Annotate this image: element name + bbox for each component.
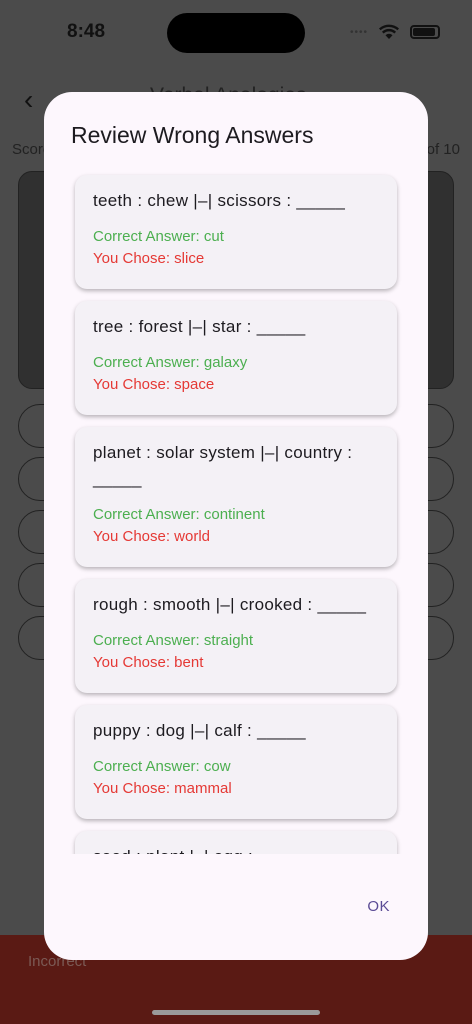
home-indicator[interactable] — [152, 1010, 320, 1015]
chosen-answer-text: You Chose: bent — [93, 654, 204, 671]
dynamic-island — [167, 13, 305, 53]
wifi-icon — [378, 24, 400, 39]
status-icons: •••• — [350, 24, 440, 40]
question-text: rough : smooth |–| crooked : _____ — [93, 595, 367, 614]
wrong-answer-card: tree : forest |–| star : _____ Correct A… — [75, 301, 397, 415]
status-time: 8:48 — [67, 21, 106, 42]
wrong-answer-card: puppy : dog |–| calf : _____ Correct Ans… — [75, 705, 397, 819]
question-text: seed : plant |–| egg : _____ — [93, 844, 379, 854]
back-arrow-icon[interactable]: ‹ — [24, 84, 33, 116]
correct-answer-text: Correct Answer: galaxy — [93, 354, 248, 371]
correct-answer-text: Correct Answer: cow — [93, 758, 231, 775]
question-text: planet : solar system |–| country : ____… — [93, 443, 353, 488]
question-text: teeth : chew |–| scissors : _____ — [93, 191, 346, 210]
dialog-title: Review Wrong Answers — [71, 122, 314, 148]
battery-icon — [410, 25, 440, 39]
wrong-answers-list[interactable]: teeth : chew |–| scissors : _____ Correc… — [44, 172, 428, 854]
correct-answer-text: Correct Answer: cut — [93, 228, 224, 245]
correct-answer-text: Correct Answer: continent — [93, 506, 265, 523]
wrong-answer-card: seed : plant |–| egg : _____ — [75, 831, 397, 854]
correct-answer-text: Correct Answer: straight — [93, 632, 254, 649]
chosen-answer-text: You Chose: slice — [93, 250, 205, 267]
wrong-answer-card: planet : solar system |–| country : ____… — [75, 427, 397, 567]
chosen-answer-text: You Chose: space — [93, 376, 215, 393]
question-text: puppy : dog |–| calf : _____ — [93, 721, 306, 740]
ok-button[interactable]: OK — [367, 898, 390, 915]
chosen-answer-text: You Chose: world — [93, 528, 211, 545]
wrong-answer-card: rough : smooth |–| crooked : _____ Corre… — [75, 579, 397, 693]
status-bar: 8:48 •••• — [0, 0, 472, 60]
wrong-answer-card: teeth : chew |–| scissors : _____ Correc… — [75, 175, 397, 289]
signal-icon: •••• — [349, 26, 368, 38]
chosen-answer-text: You Chose: mammal — [93, 780, 232, 797]
question-count: of 10 — [426, 141, 460, 158]
review-dialog: Review Wrong Answers teeth : chew |–| sc… — [44, 92, 428, 960]
question-text: tree : forest |–| star : _____ — [93, 317, 306, 336]
